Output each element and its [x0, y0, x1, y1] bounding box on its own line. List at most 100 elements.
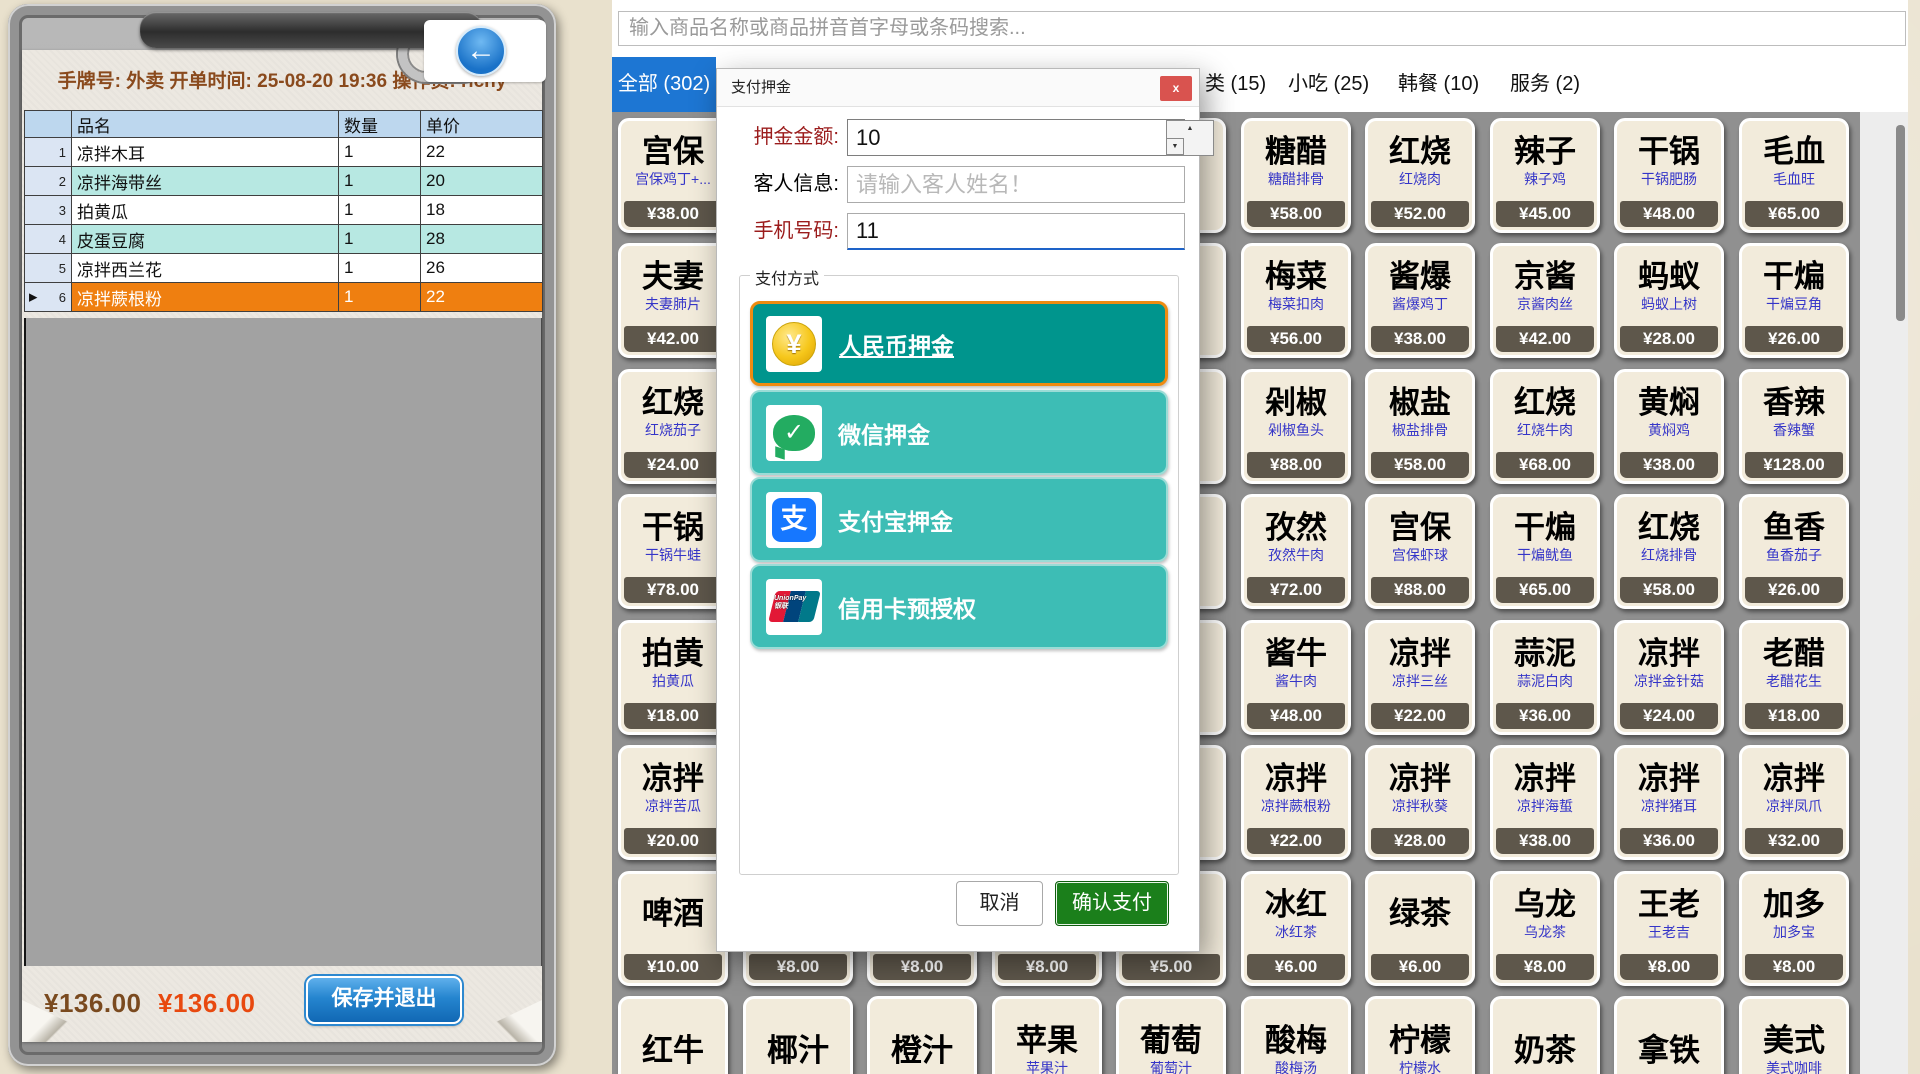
product-name: 红牛 [642, 1034, 704, 1068]
product-tile[interactable]: 香辣香辣蟹¥128.00 [1739, 369, 1849, 484]
back-button[interactable]: ← [456, 26, 506, 76]
product-tile[interactable]: 糖醋糖醋排骨¥58.00 [1241, 118, 1351, 233]
product-tile[interactable]: 蒜泥蒜泥白肉¥36.00 [1490, 620, 1600, 735]
search-input[interactable] [618, 11, 1906, 46]
product-tile[interactable]: 红烧红烧排骨¥58.00 [1614, 494, 1724, 609]
product-tile[interactable]: 蚂蚁蚂蚁上树¥28.00 [1614, 243, 1724, 358]
product-tile[interactable]: 凉拌凉拌秋葵¥28.00 [1365, 745, 1475, 860]
product-tile[interactable]: 剁椒剁椒鱼头¥88.00 [1241, 369, 1351, 484]
tab-3[interactable]: 韩餐 (10) [1398, 57, 1479, 112]
order-row[interactable]: 1凉拌木耳122 [25, 138, 543, 167]
product-name: 凉拌 [1763, 762, 1825, 796]
tab-2[interactable]: 小吃 (25) [1288, 57, 1369, 112]
product-tile[interactable]: 老醋老醋花生¥18.00 [1739, 620, 1849, 735]
product-subtitle: 鱼香茄子 [1766, 547, 1822, 564]
product-tile[interactable]: 绿茶¥6.00 [1365, 871, 1475, 986]
grid-scrollbar-track[interactable] [1860, 112, 1908, 1074]
product-tile[interactable]: 冰红冰红茶¥6.00 [1241, 871, 1351, 986]
grid-scrollbar-thumb[interactable] [1896, 125, 1905, 321]
product-tile[interactable]: 宫保宫保鸡丁+...¥38.00 [618, 118, 728, 233]
product-subtitle: 蒜泥白肉 [1517, 673, 1573, 690]
modal-title: 支付押金 [717, 69, 1199, 107]
deposit-amount-input[interactable] [847, 119, 1185, 156]
product-price: ¥28.00 [1371, 828, 1469, 854]
product-tile[interactable]: 酱牛酱牛肉¥48.00 [1241, 620, 1351, 735]
product-tile[interactable]: 椒盐椒盐排骨¥58.00 [1365, 369, 1475, 484]
guest-name-input[interactable] [847, 166, 1185, 203]
row-number-cell: 3 [25, 196, 72, 225]
product-tile[interactable]: 拍黄拍黄瓜¥18.00 [618, 620, 728, 735]
product-subtitle: 红烧牛肉 [1517, 422, 1573, 439]
product-tile-body: 椰汁 [746, 999, 850, 1074]
product-tile[interactable]: 椰汁 [743, 996, 853, 1074]
order-row[interactable]: 2凉拌海带丝120 [25, 167, 543, 196]
product-tile[interactable]: 啤酒¥10.00 [618, 871, 728, 986]
product-tile[interactable]: 奶茶 [1490, 996, 1600, 1074]
order-row[interactable]: ▶6凉拌蕨根粉122 [25, 283, 543, 312]
product-tile[interactable]: 鱼香鱼香茄子¥26.00 [1739, 494, 1849, 609]
product-tile[interactable]: 干锅干锅牛蛙¥78.00 [618, 494, 728, 609]
product-tile[interactable]: 葡萄葡萄汁 [1116, 996, 1226, 1074]
tab-4[interactable]: 服务 (2) [1510, 57, 1580, 112]
product-tile[interactable]: 凉拌凉拌凤爪¥32.00 [1739, 745, 1849, 860]
product-tile[interactable]: 拿铁 [1614, 996, 1724, 1074]
product-tile[interactable]: 凉拌凉拌三丝¥22.00 [1365, 620, 1475, 735]
product-tile[interactable]: 橙汁 [867, 996, 977, 1074]
product-tile[interactable]: 红烧红烧肉¥52.00 [1365, 118, 1475, 233]
product-name: 蚂蚁 [1638, 260, 1700, 294]
product-tile[interactable]: 美式美式咖啡 [1739, 996, 1849, 1074]
order-row[interactable]: 5凉拌西兰花126 [25, 254, 543, 283]
close-icon[interactable]: x [1160, 76, 1192, 101]
order-row[interactable]: 4皮蛋豆腐128 [25, 225, 543, 254]
product-tile[interactable]: 孜然孜然牛肉¥72.00 [1241, 494, 1351, 609]
phone-number-input[interactable] [847, 213, 1185, 250]
order-cell-qty: 1 [339, 225, 421, 254]
product-tile-body: 凉拌凉拌猪耳 [1617, 748, 1721, 828]
product-tile[interactable]: 加多加多宝¥8.00 [1739, 871, 1849, 986]
product-tile[interactable]: 柠檬柠檬水 [1365, 996, 1475, 1074]
payment-method-unionpay[interactable]: UnionPay银联信用卡预授权 [750, 564, 1168, 649]
product-tile[interactable]: 苹果苹果汁 [992, 996, 1102, 1074]
tab-1[interactable]: 类 (15) [1205, 57, 1266, 112]
tab-all[interactable]: 全部 (302) [612, 57, 716, 112]
product-price: ¥22.00 [1371, 703, 1469, 729]
row-number: 2 [59, 174, 66, 189]
product-tile[interactable]: 梅菜梅菜扣肉¥56.00 [1241, 243, 1351, 358]
product-tile[interactable]: 酸梅酸梅汤 [1241, 996, 1351, 1074]
product-tile[interactable]: 酱爆酱爆鸡丁¥38.00 [1365, 243, 1475, 358]
product-tile[interactable]: 宫保宫保虾球¥88.00 [1365, 494, 1475, 609]
payment-method-alipay[interactable]: 支支付宝押金 [750, 477, 1168, 562]
product-tile[interactable]: 红烧红烧茄子¥24.00 [618, 369, 728, 484]
payment-method-wechat[interactable]: ✓微信押金 [750, 390, 1168, 475]
product-tile[interactable]: 凉拌凉拌金针菇¥24.00 [1614, 620, 1724, 735]
product-tile[interactable]: 夫妻夫妻肺片¥42.00 [618, 243, 728, 358]
product-price: ¥20.00 [624, 828, 722, 854]
save-and-exit-button[interactable]: 保存并退出 [306, 976, 462, 1024]
product-tile[interactable]: 毛血毛血旺¥65.00 [1739, 118, 1849, 233]
product-tile[interactable]: 红烧红烧牛肉¥68.00 [1490, 369, 1600, 484]
product-tile[interactable]: 辣子辣子鸡¥45.00 [1490, 118, 1600, 233]
column-name: 品名 [72, 111, 339, 138]
product-tile-body: 夫妻夫妻肺片 [621, 246, 725, 326]
product-tile[interactable]: 京酱京酱肉丝¥42.00 [1490, 243, 1600, 358]
product-subtitle: 剁椒鱼头 [1268, 422, 1324, 439]
product-tile[interactable]: 王老王老吉¥8.00 [1614, 871, 1724, 986]
product-price: ¥52.00 [1371, 201, 1469, 227]
product-tile[interactable]: 干煸干煸鱿鱼¥65.00 [1490, 494, 1600, 609]
spinner-down-icon[interactable]: ▼ [1166, 138, 1184, 155]
product-tile[interactable]: 红牛 [618, 996, 728, 1074]
product-tile[interactable]: 干煸干煸豆角¥26.00 [1739, 243, 1849, 358]
order-row[interactable]: 3拍黄瓜118 [25, 196, 543, 225]
product-tile[interactable]: 乌龙乌龙茶¥8.00 [1490, 871, 1600, 986]
product-tile[interactable]: 凉拌凉拌苦瓜¥20.00 [618, 745, 728, 860]
cancel-button[interactable]: 取消 [956, 881, 1043, 926]
product-name: 黄焖 [1638, 386, 1700, 420]
product-tile[interactable]: 黄焖黄焖鸡¥38.00 [1614, 369, 1724, 484]
product-tile[interactable]: 凉拌凉拌海蜇¥38.00 [1490, 745, 1600, 860]
payment-method-rmb-coin[interactable]: ¥人民币押金 [750, 301, 1168, 386]
product-tile[interactable]: 干锅干锅肥肠¥48.00 [1614, 118, 1724, 233]
product-tile[interactable]: 凉拌凉拌蕨根粉¥22.00 [1241, 745, 1351, 860]
product-tile-body: 柠檬柠檬水 [1368, 999, 1472, 1074]
product-tile[interactable]: 凉拌凉拌猪耳¥36.00 [1614, 745, 1724, 860]
confirm-pay-button[interactable]: 确认支付 [1055, 881, 1169, 926]
